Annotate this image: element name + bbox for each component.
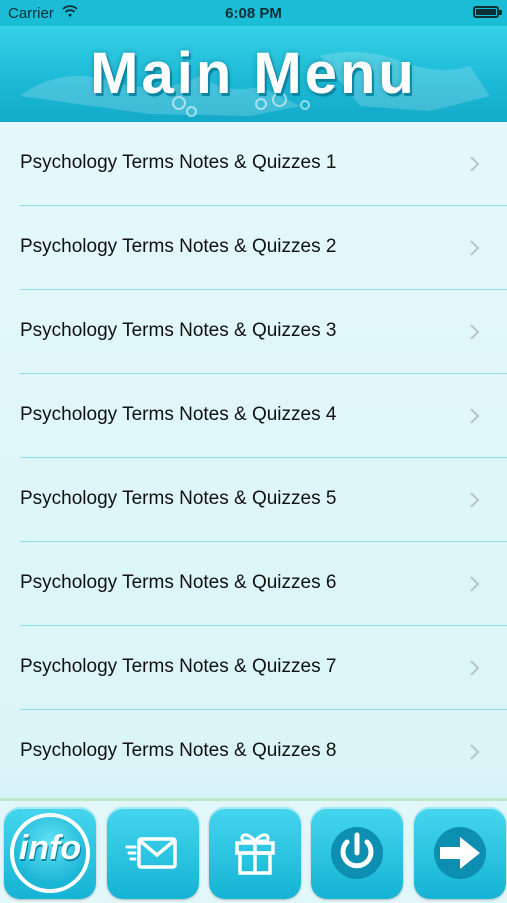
- menu-list: Psychology Terms Notes & Quizzes 1 Psych…: [0, 122, 507, 798]
- gift-icon: [235, 833, 275, 875]
- chevron-right-icon: [470, 492, 480, 508]
- status-bar: Carrier 6:08 PM: [0, 0, 507, 26]
- next-button[interactable]: [414, 807, 506, 899]
- menu-item-label: Psychology Terms Notes & Quizzes 8: [20, 740, 337, 761]
- menu-item-label: Psychology Terms Notes & Quizzes 1: [20, 152, 337, 173]
- menu-item-label: Psychology Terms Notes & Quizzes 7: [20, 656, 337, 677]
- chevron-right-icon: [470, 156, 480, 172]
- clock: 6:08 PM: [225, 5, 282, 22]
- menu-item-label: Psychology Terms Notes & Quizzes 2: [20, 236, 337, 257]
- menu-item-6[interactable]: Psychology Terms Notes & Quizzes 6: [0, 542, 507, 626]
- info-button[interactable]: info: [4, 807, 96, 899]
- menu-item-8[interactable]: Psychology Terms Notes & Quizzes 8: [0, 710, 507, 794]
- chevron-right-icon: [470, 408, 480, 424]
- chevron-right-icon: [470, 744, 480, 760]
- arrow-right-icon: [434, 827, 486, 879]
- mail-button[interactable]: [107, 807, 199, 899]
- menu-item-2[interactable]: Psychology Terms Notes & Quizzes 2: [0, 206, 507, 290]
- menu-item-3[interactable]: Psychology Terms Notes & Quizzes 3: [0, 290, 507, 374]
- bubble-decoration: [186, 106, 197, 117]
- menu-item-label: Psychology Terms Notes & Quizzes 4: [20, 404, 337, 425]
- power-icon: [331, 827, 383, 879]
- gift-button[interactable]: [209, 807, 301, 899]
- menu-item-4[interactable]: Psychology Terms Notes & Quizzes 4: [0, 374, 507, 458]
- menu-item-label: Psychology Terms Notes & Quizzes 3: [20, 320, 337, 341]
- menu-item-5[interactable]: Psychology Terms Notes & Quizzes 5: [0, 458, 507, 542]
- chevron-right-icon: [470, 240, 480, 256]
- power-button[interactable]: [311, 807, 403, 899]
- mail-icon: [125, 837, 177, 869]
- menu-item-label: Psychology Terms Notes & Quizzes 5: [20, 488, 337, 509]
- menu-item-label: Psychology Terms Notes & Quizzes 6: [20, 572, 337, 593]
- info-button-label: info: [18, 829, 82, 867]
- battery-icon: [473, 6, 502, 18]
- menu-item-7[interactable]: Psychology Terms Notes & Quizzes 7: [0, 626, 507, 710]
- menu-item-1[interactable]: Psychology Terms Notes & Quizzes 1: [0, 122, 507, 206]
- chevron-right-icon: [470, 576, 480, 592]
- bottom-toolbar: info: [0, 798, 507, 903]
- chevron-right-icon: [470, 324, 480, 340]
- header-banner: Main Menu: [0, 26, 507, 122]
- page-title: Main Menu: [90, 41, 417, 106]
- chevron-right-icon: [470, 660, 480, 676]
